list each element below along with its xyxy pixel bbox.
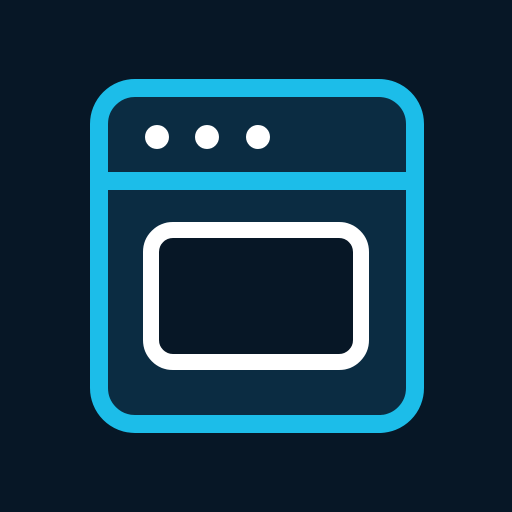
control-dot-2	[195, 125, 219, 149]
control-dot-1	[145, 125, 169, 149]
icon-canvas	[0, 0, 512, 512]
control-dot-3	[246, 125, 270, 149]
oven-icon	[90, 79, 424, 433]
oven-window	[143, 222, 369, 370]
